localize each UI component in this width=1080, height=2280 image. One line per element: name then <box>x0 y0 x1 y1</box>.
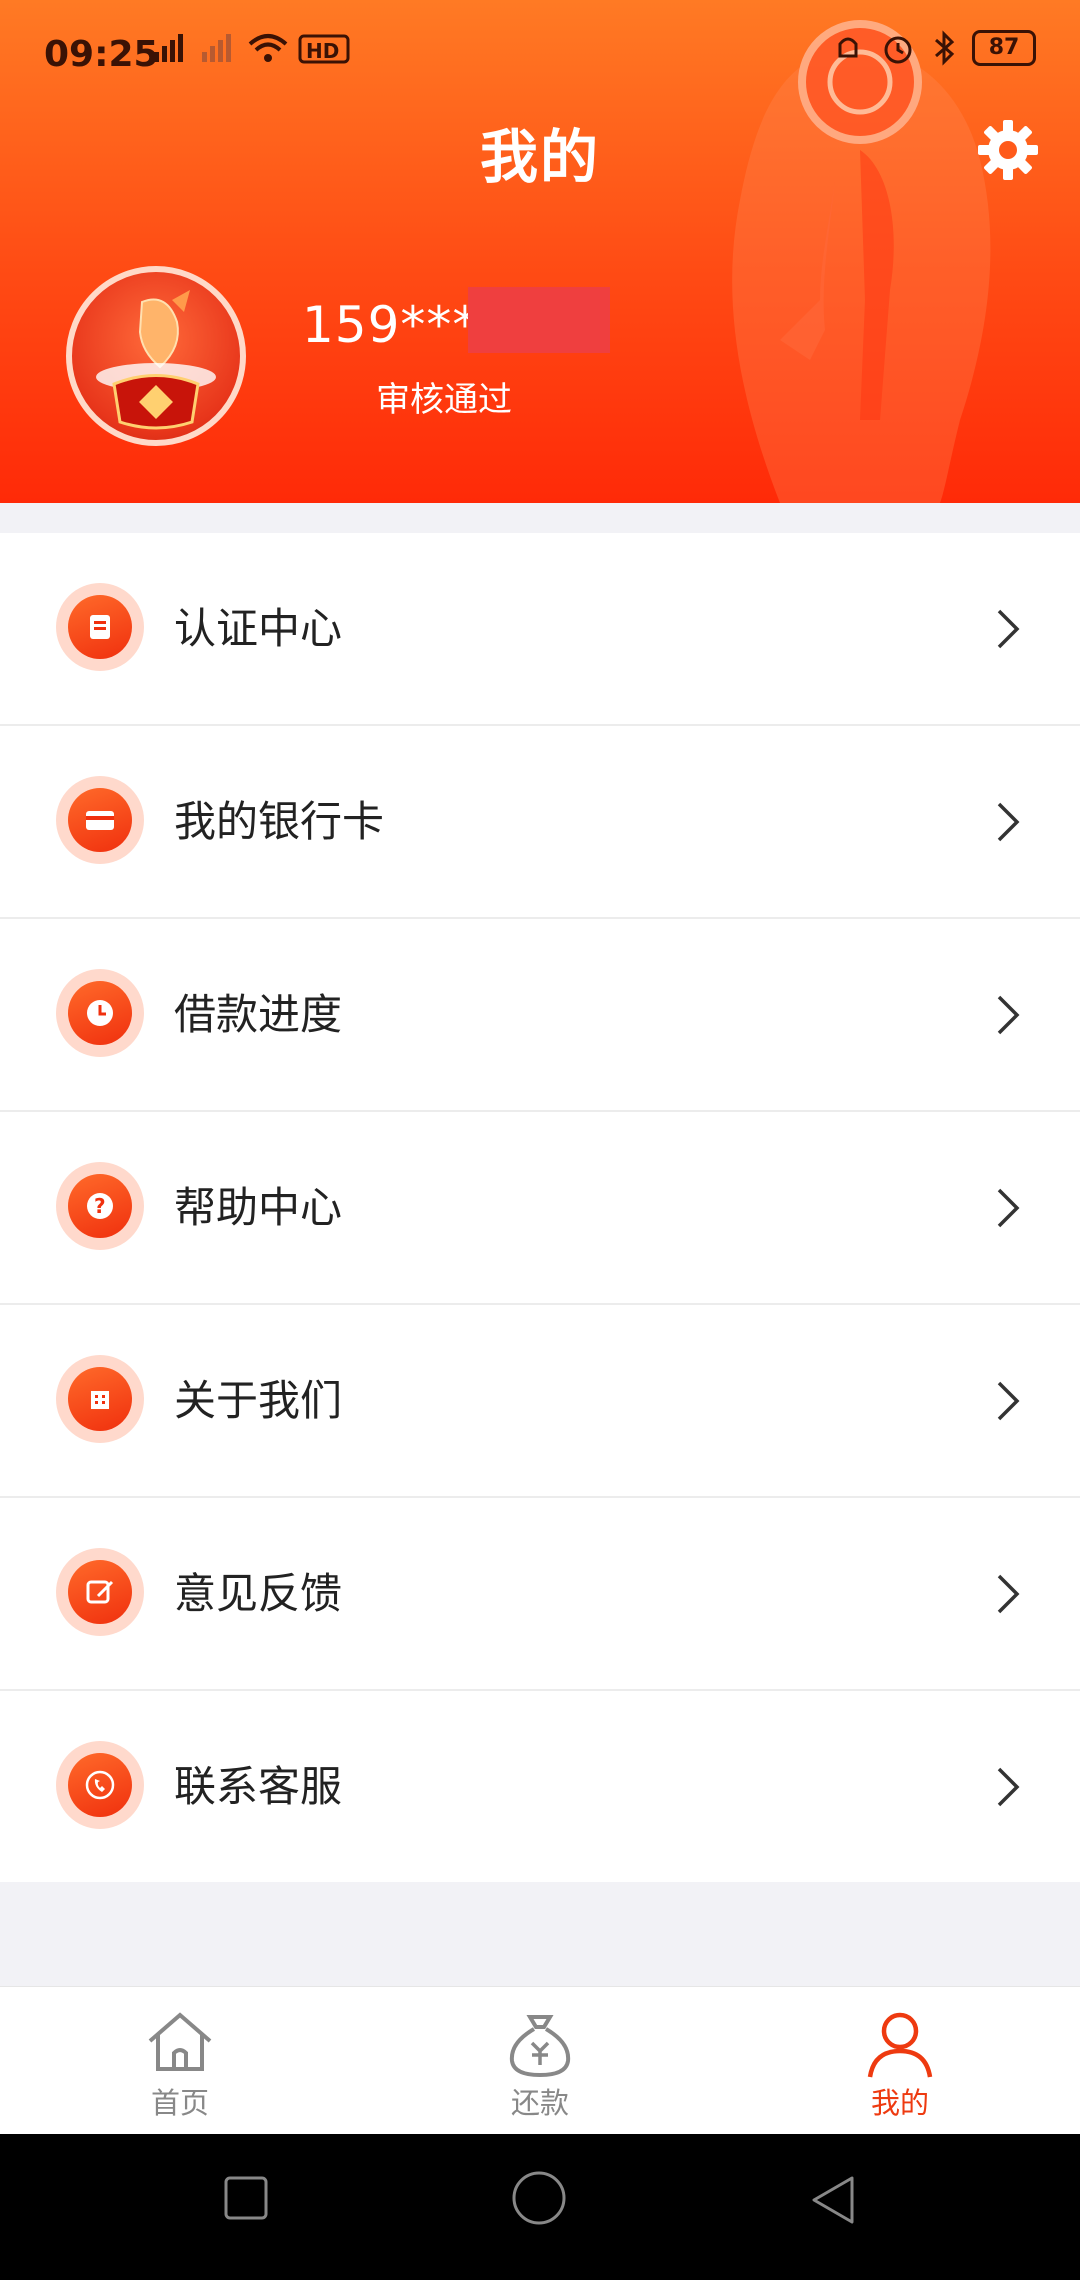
menu-label: 认证中心 <box>174 604 343 653</box>
tab-label: 还款 <box>510 2086 569 2120</box>
menu-item-customer-service[interactable]: 联系客服 <box>0 1691 1080 1882</box>
verify-status: 审核通过 <box>376 380 512 420</box>
menu-label: 我的银行卡 <box>174 797 385 846</box>
profile-header: 09:25 HD 87 我的 159**** 审核通过 <box>0 0 1080 503</box>
menu-item-feedback[interactable]: 意见反馈 <box>0 1498 1080 1691</box>
bluetooth-icon <box>935 30 955 66</box>
chevron-right-icon <box>997 609 1020 649</box>
status-bar: 09:25 HD 87 <box>0 0 1080 110</box>
menu-label: 意见反馈 <box>174 1569 343 1618</box>
recent-apps-square-icon[interactable] <box>222 2174 270 2222</box>
user-icon <box>867 2012 933 2078</box>
question-icon: ? <box>87 1193 113 1219</box>
home-circle-icon[interactable] <box>511 2170 567 2226</box>
menu-item-help-center[interactable]: ? 帮助中心 <box>0 1112 1080 1305</box>
menu-list: 认证中心 我的银行卡 借款进度 ? 帮助中心 关于我们 意见反馈 联系客服 <box>0 533 1080 1882</box>
page-title: 我的 <box>479 123 600 191</box>
tab-mine[interactable]: 我的 <box>720 1987 1080 2135</box>
bank-card-icon <box>86 811 114 830</box>
chevron-right-icon <box>997 1381 1020 1421</box>
clock-icon <box>87 1000 113 1026</box>
tab-label: 我的 <box>870 2086 929 2120</box>
signal-no-service-icon <box>202 34 231 62</box>
alarm-icon <box>884 36 912 64</box>
chevron-right-icon <box>997 802 1020 842</box>
money-bag-icon <box>509 2015 571 2078</box>
tab-label: 首页 <box>150 2086 209 2120</box>
menu-label: 借款进度 <box>174 990 343 1039</box>
wifi-icon <box>248 34 288 62</box>
menu-label: 关于我们 <box>174 1376 343 1425</box>
menu-item-loan-progress[interactable]: 借款进度 <box>0 919 1080 1112</box>
settings-gear-icon[interactable] <box>975 117 1041 183</box>
building-icon <box>91 1391 109 1409</box>
menu-label: 帮助中心 <box>174 1183 343 1232</box>
menu-item-about-us[interactable]: 关于我们 <box>0 1305 1080 1498</box>
home-icon <box>148 2012 212 2071</box>
koi-fortune-bag-icon <box>96 290 216 430</box>
vibrate-icon <box>838 37 858 58</box>
chevron-right-icon <box>997 1574 1020 1614</box>
battery-indicator: 87 <box>972 30 1036 66</box>
phone-icon <box>85 1770 115 1800</box>
tab-repayment[interactable]: 还款 <box>360 1987 720 2135</box>
system-nav-bar <box>0 2134 1080 2280</box>
chevron-right-icon <box>997 995 1020 1035</box>
hd-icon: HD <box>298 34 350 64</box>
svg-text:?: ? <box>94 1194 106 1218</box>
edit-icon <box>86 1580 114 1604</box>
menu-item-bank-card[interactable]: 我的银行卡 <box>0 726 1080 919</box>
svg-text:HD: HD <box>306 39 339 63</box>
avatar[interactable] <box>66 266 246 446</box>
menu-item-certification[interactable]: 认证中心 <box>0 533 1080 726</box>
bottom-tab-bar: 首页 还款 我的 <box>0 1986 1080 2135</box>
chevron-right-icon <box>997 1767 1020 1807</box>
back-triangle-icon[interactable] <box>808 2174 858 2226</box>
signal-4g-icon <box>154 34 183 62</box>
redaction-block <box>468 287 610 353</box>
status-time: 09:25 <box>44 34 159 75</box>
menu-label: 联系客服 <box>174 1762 343 1811</box>
tab-home[interactable]: 首页 <box>0 1987 360 2135</box>
chevron-right-icon <box>997 1188 1020 1228</box>
certificate-icon <box>90 615 110 639</box>
